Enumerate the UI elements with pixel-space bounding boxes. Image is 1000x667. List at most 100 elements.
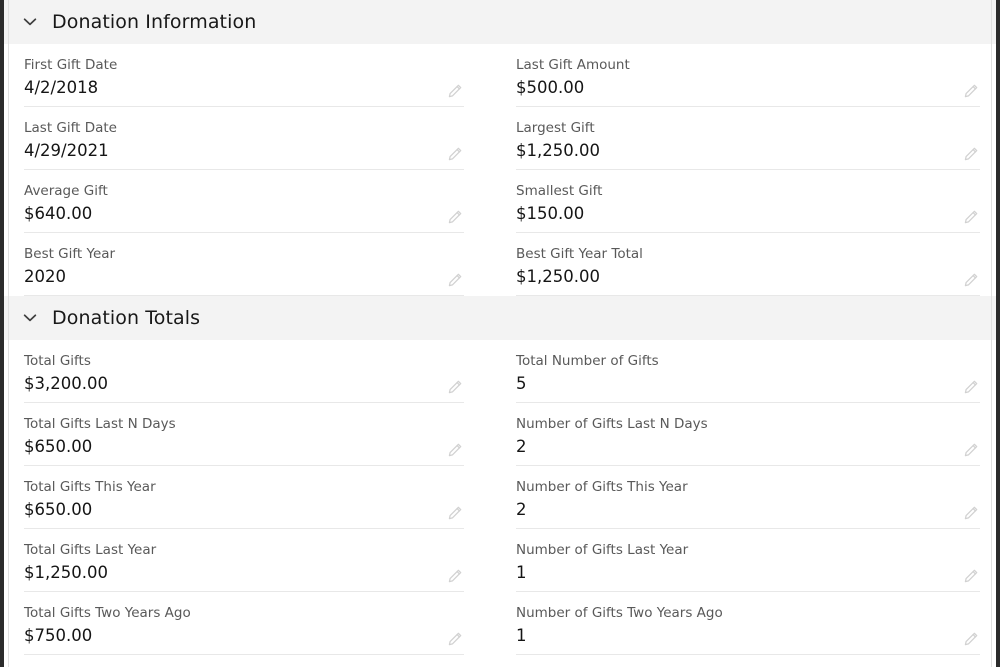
edit-pencil-icon-total-number-of-gifts[interactable] [962, 378, 980, 396]
field-label-total-number-of-gifts: Total Number of Gifts [516, 353, 659, 369]
field-cell-number-of-gifts-last-year: Number of Gifts Last Year 1 [500, 529, 996, 592]
edit-pencil-icon-total-gifts-last-year[interactable] [446, 567, 464, 585]
edit-pencil-icon-total-gifts-last-n-days[interactable] [446, 441, 464, 459]
field-total-number-of-gifts: Total Number of Gifts 5 [516, 352, 980, 403]
field-value-number-of-gifts-last-n-days: 2 [516, 437, 527, 456]
field-label-total-gifts-last-n-days: Total Gifts Last N Days [24, 416, 176, 432]
field-label-total-gifts-last-year: Total Gifts Last Year [24, 542, 157, 558]
field-label-total-gifts: Total Gifts [24, 353, 91, 369]
field-grid: First Gift Date 4/2/2018 Last Gift Amoun… [4, 44, 996, 296]
field-value-last-gift-date: 4/29/2021 [24, 141, 109, 160]
field-value-total-gifts-last-n-days: $650.00 [24, 437, 93, 456]
field-first-gift-date: First Gift Date 4/2/2018 [24, 56, 464, 107]
field-cell-total-gifts-last-n-days: Total Gifts Last N Days $650.00 [4, 403, 500, 466]
field-cell-total-gifts-two-years-ago: Total Gifts Two Years Ago $750.00 [4, 592, 500, 655]
field-value-total-gifts: $3,200.00 [24, 374, 108, 393]
field-value-best-gift-year-total: $1,250.00 [516, 267, 600, 286]
field-label-best-gift-year: Best Gift Year [24, 246, 116, 262]
field-grid: Total Gifts $3,200.00 Total Number of Gi… [4, 340, 996, 655]
field-cell-best-gift-year-total: Best Gift Year Total $1,250.00 [500, 233, 996, 296]
record-detail-panel: Donation Information First Gift Date 4/2… [0, 0, 1000, 667]
field-label-number-of-gifts-last-year: Number of Gifts Last Year [516, 542, 689, 558]
field-total-gifts-last-n-days: Total Gifts Last N Days $650.00 [24, 415, 464, 466]
field-value-total-gifts-this-year: $650.00 [24, 500, 93, 519]
field-largest-gift: Largest Gift $1,250.00 [516, 119, 980, 170]
field-value-total-gifts-last-year: $1,250.00 [24, 563, 108, 582]
chevron-down-icon[interactable] [20, 308, 40, 328]
field-label-number-of-gifts-this-year: Number of Gifts This Year [516, 479, 688, 495]
field-value-total-number-of-gifts: 5 [516, 374, 527, 393]
field-value-first-gift-date: 4/2/2018 [24, 78, 99, 97]
section-donation-information: Donation Information First Gift Date 4/2… [4, 0, 996, 296]
field-cell-smallest-gift: Smallest Gift $150.00 [500, 170, 996, 233]
field-cell-largest-gift: Largest Gift $1,250.00 [500, 107, 996, 170]
edit-pencil-icon-first-gift-date[interactable] [446, 82, 464, 100]
field-value-total-gifts-two-years-ago: $750.00 [24, 626, 93, 645]
field-value-number-of-gifts-two-years-ago: 1 [516, 626, 527, 645]
field-cell-total-gifts-this-year: Total Gifts This Year $650.00 [4, 466, 500, 529]
edit-pencil-icon-average-gift[interactable] [446, 208, 464, 226]
field-value-best-gift-year: 2020 [24, 267, 66, 286]
field-label-best-gift-year-total: Best Gift Year Total [516, 246, 643, 262]
field-average-gift: Average Gift $640.00 [24, 182, 464, 233]
field-cell-average-gift: Average Gift $640.00 [4, 170, 500, 233]
field-label-number-of-gifts-two-years-ago: Number of Gifts Two Years Ago [516, 605, 723, 621]
field-total-gifts-last-year: Total Gifts Last Year $1,250.00 [24, 541, 464, 592]
field-value-largest-gift: $1,250.00 [516, 141, 600, 160]
section-header-donation-totals[interactable]: Donation Totals [4, 296, 996, 340]
edit-pencil-icon-last-gift-amount[interactable] [962, 82, 980, 100]
field-number-of-gifts-this-year: Number of Gifts This Year 2 [516, 478, 980, 529]
field-total-gifts-this-year: Total Gifts This Year $650.00 [24, 478, 464, 529]
edit-pencil-icon-largest-gift[interactable] [962, 145, 980, 163]
field-cell-total-gifts-last-year: Total Gifts Last Year $1,250.00 [4, 529, 500, 592]
field-cell-number-of-gifts-last-n-days: Number of Gifts Last N Days 2 [500, 403, 996, 466]
chevron-down-icon[interactable] [20, 12, 40, 32]
field-number-of-gifts-two-years-ago: Number of Gifts Two Years Ago 1 [516, 604, 980, 655]
edit-pencil-icon-smallest-gift[interactable] [962, 208, 980, 226]
field-value-smallest-gift: $150.00 [516, 204, 585, 223]
edit-pencil-icon-best-gift-year[interactable] [446, 271, 464, 289]
field-label-first-gift-date: First Gift Date [24, 57, 118, 73]
field-cell-total-gifts: Total Gifts $3,200.00 [4, 340, 500, 403]
field-value-number-of-gifts-last-year: 1 [516, 563, 527, 582]
field-total-gifts: Total Gifts $3,200.00 [24, 352, 464, 403]
detail-scroll-region[interactable]: Donation Information First Gift Date 4/2… [4, 0, 996, 667]
edit-pencil-icon-number-of-gifts-two-years-ago[interactable] [962, 630, 980, 648]
section-title: Donation Totals [52, 306, 201, 329]
edit-pencil-icon-number-of-gifts-last-n-days[interactable] [962, 441, 980, 459]
field-cell-first-gift-date: First Gift Date 4/2/2018 [4, 44, 500, 107]
field-cell-last-gift-date: Last Gift Date 4/29/2021 [4, 107, 500, 170]
field-cell-total-number-of-gifts: Total Number of Gifts 5 [500, 340, 996, 403]
edit-pencil-icon-total-gifts[interactable] [446, 378, 464, 396]
edit-pencil-icon-best-gift-year-total[interactable] [962, 271, 980, 289]
field-label-smallest-gift: Smallest Gift [516, 183, 603, 199]
field-cell-number-of-gifts-this-year: Number of Gifts This Year 2 [500, 466, 996, 529]
field-cell-best-gift-year: Best Gift Year 2020 [4, 233, 500, 296]
field-best-gift-year: Best Gift Year 2020 [24, 245, 464, 296]
field-label-number-of-gifts-last-n-days: Number of Gifts Last N Days [516, 416, 708, 432]
field-value-last-gift-amount: $500.00 [516, 78, 585, 97]
field-label-total-gifts-two-years-ago: Total Gifts Two Years Ago [24, 605, 191, 621]
section-header-donation-information[interactable]: Donation Information [4, 0, 996, 44]
edit-pencil-icon-last-gift-date[interactable] [446, 145, 464, 163]
field-total-gifts-two-years-ago: Total Gifts Two Years Ago $750.00 [24, 604, 464, 655]
field-value-number-of-gifts-this-year: 2 [516, 500, 527, 519]
field-label-total-gifts-this-year: Total Gifts This Year [24, 479, 156, 495]
field-cell-number-of-gifts-two-years-ago: Number of Gifts Two Years Ago 1 [500, 592, 996, 655]
field-label-last-gift-date: Last Gift Date [24, 120, 117, 136]
field-value-average-gift: $640.00 [24, 204, 93, 223]
edit-pencil-icon-number-of-gifts-this-year[interactable] [962, 504, 980, 522]
edit-pencil-icon-total-gifts-this-year[interactable] [446, 504, 464, 522]
field-number-of-gifts-last-n-days: Number of Gifts Last N Days 2 [516, 415, 980, 466]
field-best-gift-year-total: Best Gift Year Total $1,250.00 [516, 245, 980, 296]
section-donation-totals: Donation Totals Total Gifts $3,200.00 To… [4, 296, 996, 655]
field-label-last-gift-amount: Last Gift Amount [516, 57, 630, 73]
field-label-average-gift: Average Gift [24, 183, 108, 199]
field-number-of-gifts-last-year: Number of Gifts Last Year 1 [516, 541, 980, 592]
edit-pencil-icon-number-of-gifts-last-year[interactable] [962, 567, 980, 585]
field-smallest-gift: Smallest Gift $150.00 [516, 182, 980, 233]
section-title: Donation Information [52, 10, 257, 33]
edit-pencil-icon-total-gifts-two-years-ago[interactable] [446, 630, 464, 648]
field-label-largest-gift: Largest Gift [516, 120, 595, 136]
field-last-gift-date: Last Gift Date 4/29/2021 [24, 119, 464, 170]
